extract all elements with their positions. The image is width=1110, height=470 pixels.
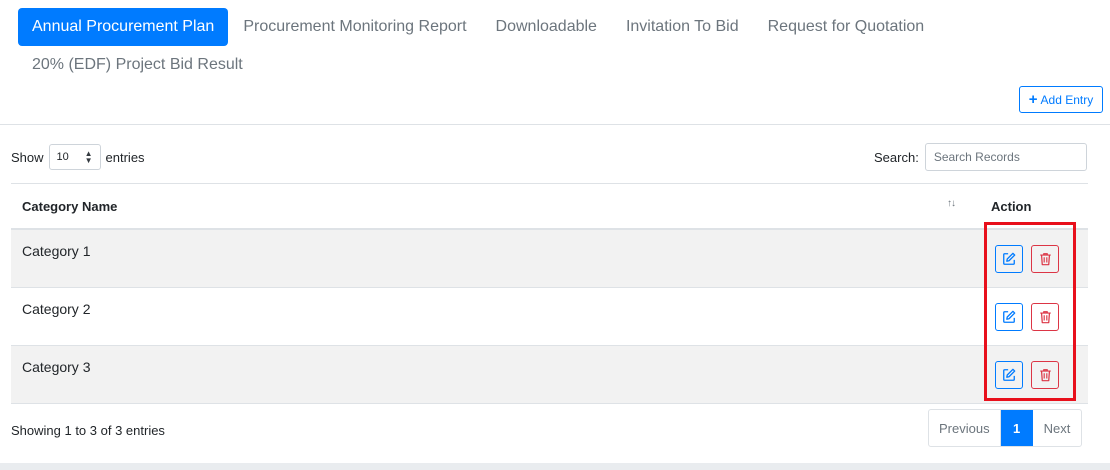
- previous-page-button[interactable]: Previous: [929, 410, 1001, 446]
- length-control: Show 10 ▲ ▼ entries: [11, 144, 145, 170]
- table-row: Category 2: [11, 288, 1088, 346]
- content-card: Annual Procurement Plan Procurement Moni…: [0, 0, 1110, 463]
- edit-button[interactable]: [995, 360, 1023, 389]
- tab-annual-procurement-plan[interactable]: Annual Procurement Plan: [18, 8, 229, 46]
- entries-select-value: 10: [56, 151, 69, 163]
- column-header-category-name[interactable]: Category Name ↑↓: [11, 184, 961, 228]
- action-cell: [961, 288, 1059, 345]
- add-entry-label: Add Entry: [1040, 92, 1094, 107]
- trash-icon: [1039, 252, 1051, 265]
- tab-procurement-monitoring-report[interactable]: Procurement Monitoring Report: [229, 8, 480, 46]
- search-label: Search:: [874, 149, 919, 165]
- edit-button[interactable]: [995, 244, 1023, 273]
- table-info: Showing 1 to 3 of 3 entries: [11, 423, 165, 438]
- column-header-action: Action: [991, 198, 1032, 214]
- tab-request-for-quotation[interactable]: Request for Quotation: [754, 8, 939, 46]
- tab-downloadable[interactable]: Downloadable: [482, 8, 611, 46]
- category-name-cell: Category 1: [22, 243, 91, 259]
- edit-icon: [1003, 310, 1016, 323]
- edit-icon: [1003, 368, 1016, 381]
- delete-button[interactable]: [1031, 360, 1059, 389]
- divider: [0, 124, 1110, 125]
- show-label: Show: [11, 149, 44, 165]
- table-header: Category Name ↑↓ Action: [11, 184, 1088, 230]
- edit-icon: [1003, 252, 1016, 265]
- search-input[interactable]: [924, 143, 1087, 171]
- next-page-button[interactable]: Next: [1033, 410, 1082, 446]
- tab-bar: Annual Procurement Plan Procurement Moni…: [18, 8, 1098, 84]
- table-row: Category 1: [11, 230, 1088, 288]
- action-cell: [961, 346, 1059, 403]
- select-arrows-icon: ▲ ▼: [84, 149, 93, 165]
- pagination: Previous 1 Next: [928, 409, 1083, 447]
- trash-icon: [1039, 368, 1051, 381]
- entries-select[interactable]: 10 ▲ ▼: [48, 144, 101, 170]
- page-1-button[interactable]: 1: [1000, 410, 1033, 446]
- plus-icon: +: [1028, 91, 1038, 108]
- category-name-cell: Category 2: [22, 301, 91, 317]
- action-cell: [961, 230, 1059, 287]
- tab-invitation-to-bid[interactable]: Invitation To Bid: [612, 8, 753, 46]
- category-table: Category Name ↑↓ Action Category 1 Categ…: [11, 183, 1088, 404]
- delete-button[interactable]: [1031, 302, 1059, 331]
- search-control: Search:: [874, 143, 1087, 171]
- trash-icon: [1039, 310, 1051, 323]
- category-name-cell: Category 3: [22, 359, 91, 375]
- sort-icon[interactable]: ↑↓: [947, 198, 956, 209]
- table-row: Category 3: [11, 346, 1088, 404]
- edit-button[interactable]: [995, 302, 1023, 331]
- add-entry-button[interactable]: + Add Entry: [1019, 86, 1103, 113]
- entries-label: entries: [105, 149, 145, 165]
- delete-button[interactable]: [1031, 244, 1059, 273]
- tab-edf-project-bid-result[interactable]: 20% (EDF) Project Bid Result: [18, 46, 257, 84]
